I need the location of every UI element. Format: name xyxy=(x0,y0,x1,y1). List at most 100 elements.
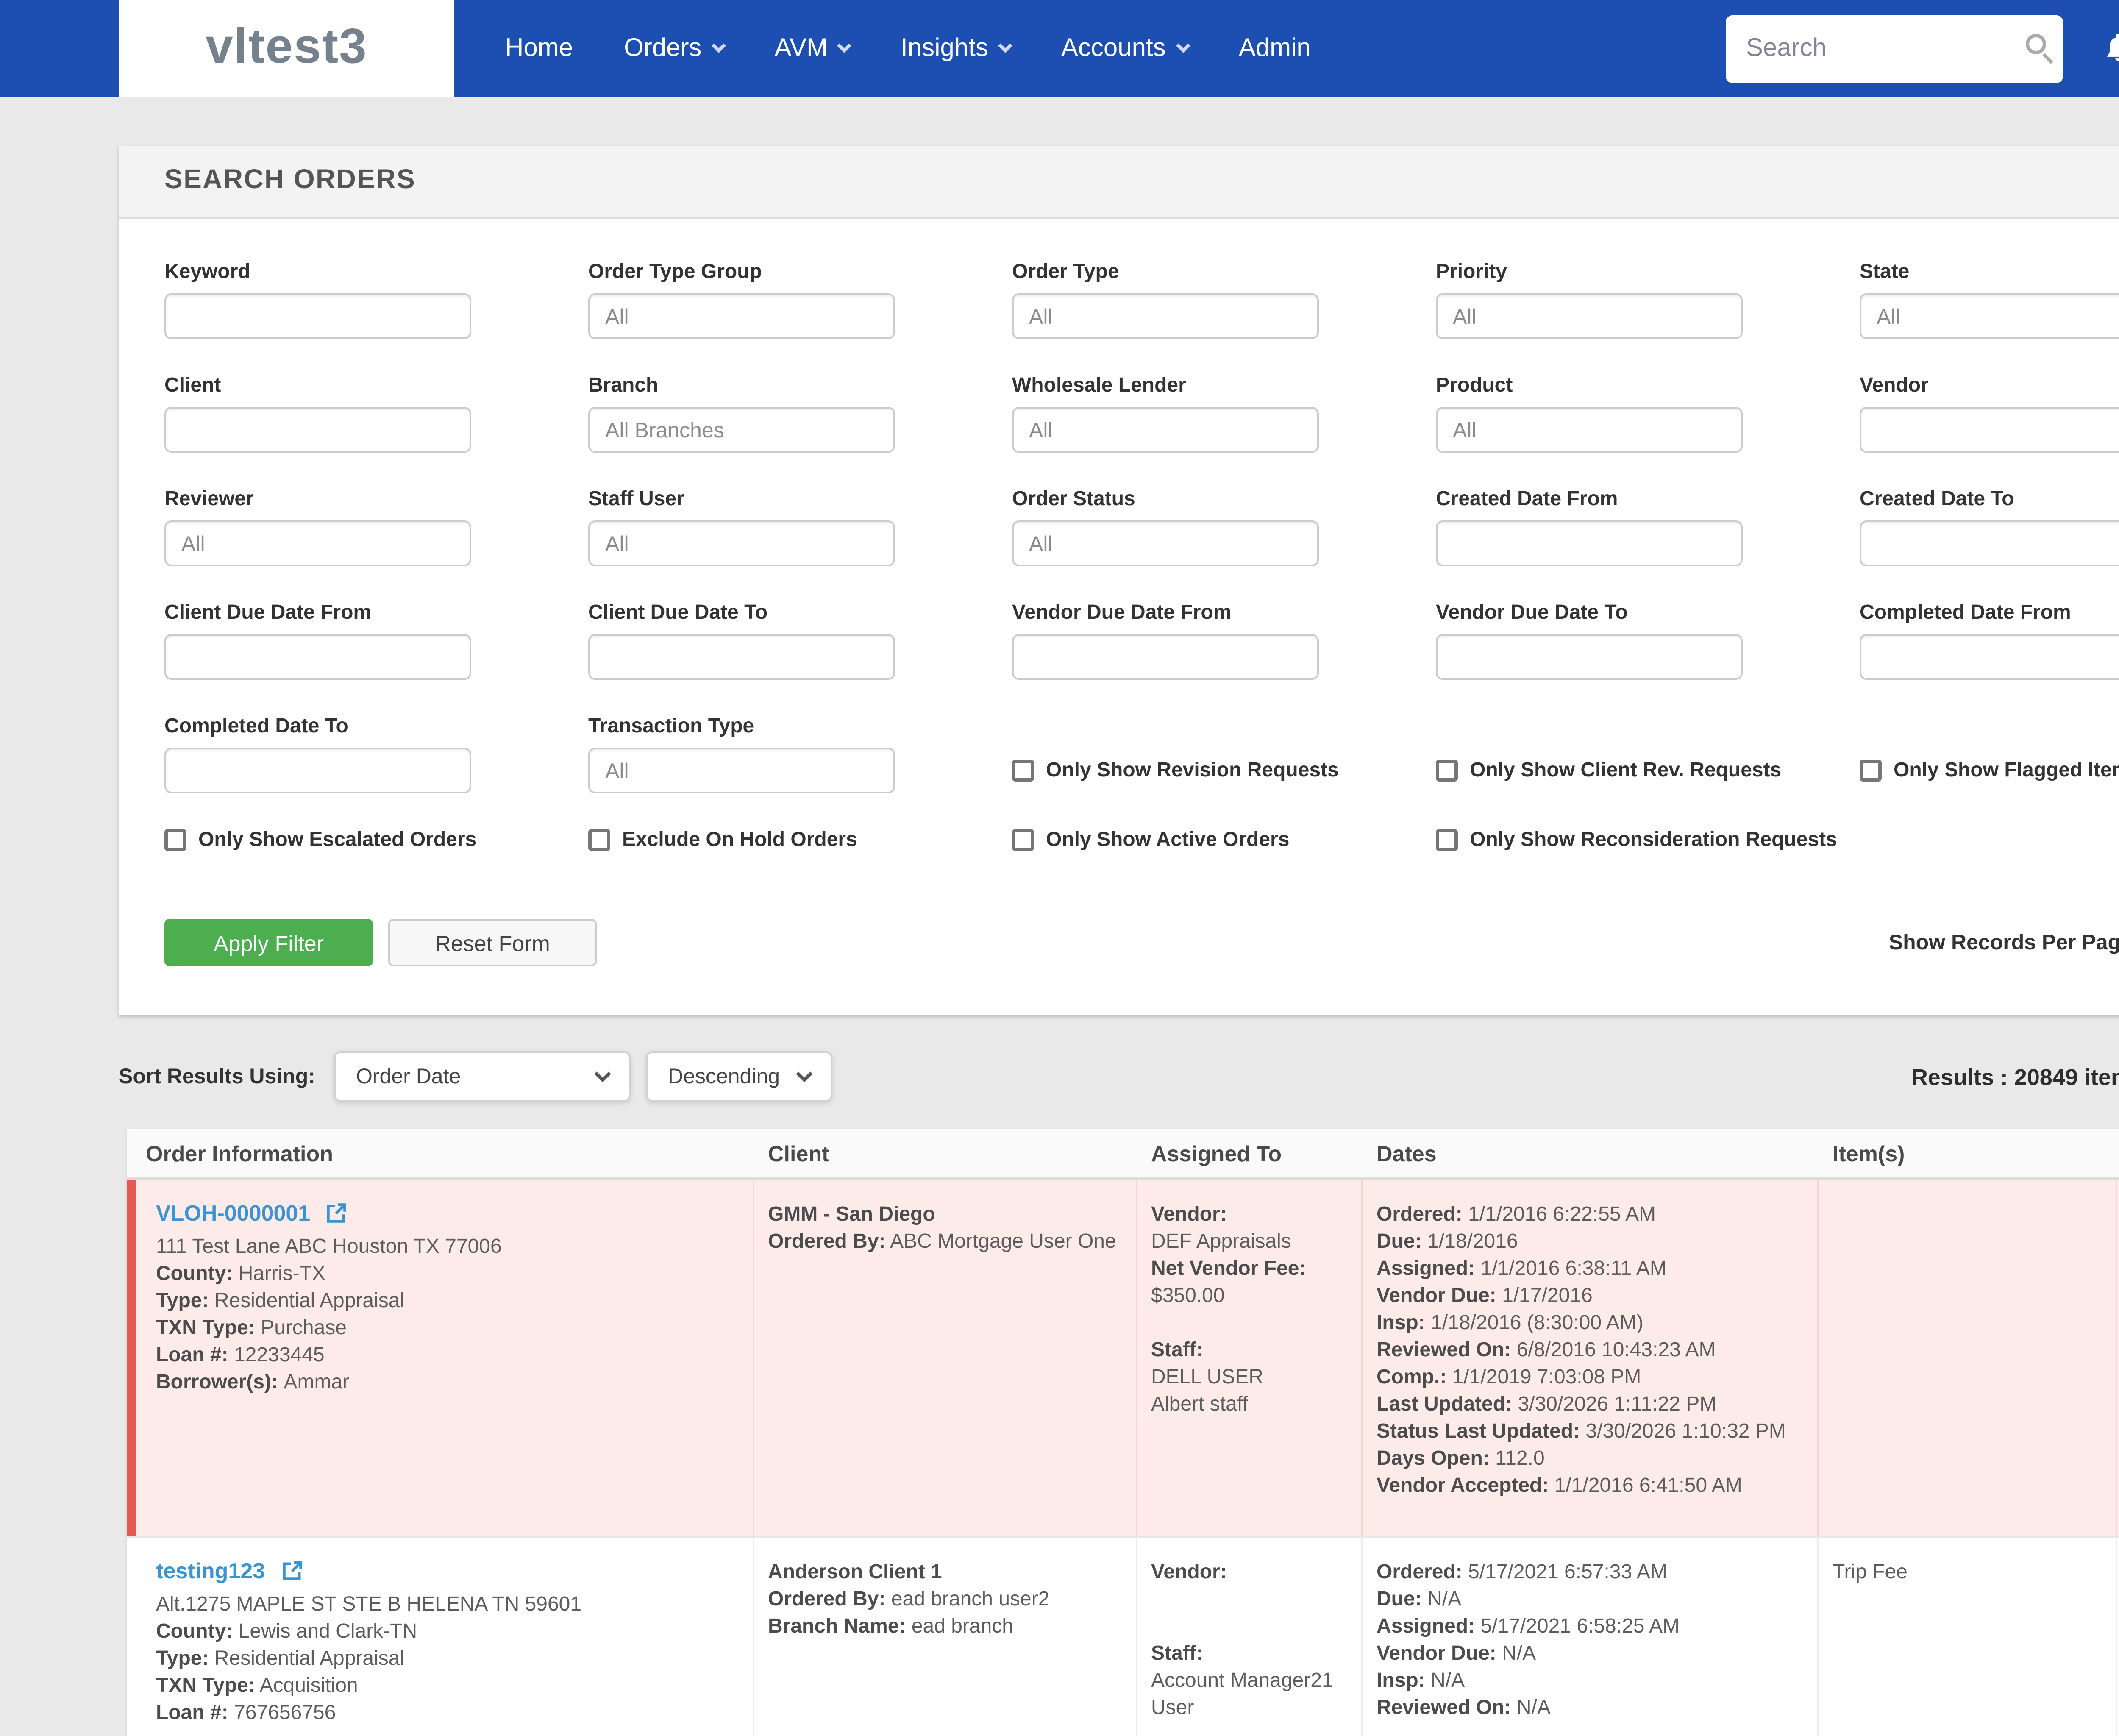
field-completed-date-from: Completed Date From xyxy=(1860,600,2119,680)
checkbox-only-show-reconsideration-requests[interactable]: Only Show Reconsideration Requests xyxy=(1436,827,1837,851)
top-navbar: vltest3 Home Orders AVM Insights Account… xyxy=(0,0,2119,97)
order-link[interactable]: VLOH-0000001 xyxy=(156,1200,310,1226)
checkbox-label: Exclude On Hold Orders xyxy=(622,827,857,851)
checkbox-exclude-on-hold-orders[interactable]: Exclude On Hold Orders xyxy=(588,827,895,851)
client-ordered-by: Ordered By: ead branch user2 xyxy=(768,1587,1050,1611)
date-line: Comp.: 1/1/2019 7:03:08 PM xyxy=(1377,1365,1641,1388)
created-date-from-input[interactable] xyxy=(1436,520,1743,566)
filter-checkbox-row: Only Show Escalated Orders Exclude On Ho… xyxy=(164,827,2119,863)
sort-field-dropdown[interactable]: Order Date xyxy=(334,1051,631,1102)
nav-item-accounts[interactable]: Accounts xyxy=(1061,34,1190,63)
sort-direction-dropdown[interactable]: Descending xyxy=(646,1051,832,1102)
field-label: Order Status xyxy=(1012,487,1135,510)
global-search xyxy=(1726,14,2063,82)
client-input[interactable] xyxy=(164,407,471,453)
vendor-due-date-to-input[interactable] xyxy=(1436,634,1743,680)
checkbox-label: Only Show Revision Requests xyxy=(1046,758,1339,782)
order-address: 111 Test Lane ABC Houston TX 77006 xyxy=(156,1234,502,1258)
notifications-menu[interactable] xyxy=(2104,32,2119,64)
brand-logo[interactable]: vltest3 xyxy=(119,0,454,97)
nav-item-admin[interactable]: Admin xyxy=(1239,34,1311,63)
checkbox-icon[interactable] xyxy=(1012,828,1034,850)
checkbox-only-show-active-orders[interactable]: Only Show Active Orders xyxy=(1012,827,1319,851)
checkbox-icon[interactable] xyxy=(588,828,610,850)
nav-item-avm[interactable]: AVM xyxy=(774,34,852,63)
page-title: SEARCH ORDERS xyxy=(164,166,416,195)
chevron-down-icon xyxy=(1175,39,1190,53)
priority-input[interactable] xyxy=(1436,293,1743,339)
reviewer-input[interactable] xyxy=(164,520,471,566)
staff-user-input[interactable] xyxy=(588,520,895,566)
order-status-input[interactable] xyxy=(1012,520,1319,566)
checkbox-icon[interactable] xyxy=(1436,828,1458,850)
order-type-input[interactable] xyxy=(1012,293,1319,339)
completed-date-to-input[interactable] xyxy=(164,748,471,793)
search-input[interactable] xyxy=(1726,14,2063,82)
external-link-icon[interactable] xyxy=(326,1202,348,1231)
checkbox-icon[interactable] xyxy=(1860,759,1882,781)
checkbox-icon[interactable] xyxy=(1012,759,1034,781)
checkbox-icon[interactable] xyxy=(164,828,186,850)
nav-label: Insights xyxy=(901,34,988,63)
checkbox-only-show-revision-requests[interactable]: Only Show Revision Requests xyxy=(1012,758,1339,782)
completed-date-from-input[interactable] xyxy=(1860,634,2119,680)
checkbox-only-show-flagged-items[interactable]: Only Show Flagged Items xyxy=(1860,758,2119,782)
vendor-due-date-from-input[interactable] xyxy=(1012,634,1319,680)
table-row: VLOH-0000001 111 Test Lane ABC Houston T… xyxy=(127,1180,2119,1538)
field-keyword: Keyword xyxy=(164,259,471,339)
checkbox-only-show-escalated-orders[interactable]: Only Show Escalated Orders xyxy=(164,827,476,851)
product-input[interactable] xyxy=(1436,407,1743,453)
order-type-group-input[interactable] xyxy=(588,293,895,339)
filter-row: Reviewer Staff User Order Status Created… xyxy=(164,487,2119,566)
field-product: Product xyxy=(1436,373,1743,453)
filter-actions: Apply Filter Reset Form Show Records Per… xyxy=(164,917,2119,968)
checkbox-cell: Exclude On Hold Orders xyxy=(588,827,895,863)
keyword-input[interactable] xyxy=(164,293,471,339)
sort-field-value: Order Date xyxy=(356,1065,461,1088)
fee-label: Net Vendor Fee: xyxy=(1151,1256,1306,1280)
order-county: County: Lewis and Clark-TN xyxy=(156,1619,417,1643)
nav-item-insights[interactable]: Insights xyxy=(901,34,1012,63)
order-address: Alt.1275 MAPLE ST STE B HELENA TN 59601 xyxy=(156,1592,582,1616)
wholesale-lender-input[interactable] xyxy=(1012,407,1319,453)
checkbox-only-show-client-rev-requests[interactable]: Only Show Client Rev. Requests xyxy=(1436,758,1781,782)
apply-filter-button[interactable]: Apply Filter xyxy=(164,919,373,966)
field-label: Created Date From xyxy=(1436,487,1618,510)
date-line: Ordered: 5/17/2021 6:57:33 AM xyxy=(1377,1560,1667,1583)
external-link-icon[interactable] xyxy=(281,1560,303,1589)
cell-status: Unassigned - Expired xyxy=(2117,1538,2119,1736)
date-line: Ordered: 1/1/2016 6:22:55 AM xyxy=(1377,1202,1656,1226)
date-line: Due: 1/18/2016 xyxy=(1377,1229,1518,1253)
nav-item-home[interactable]: Home xyxy=(505,34,573,63)
client-due-date-from-input[interactable] xyxy=(164,634,471,680)
staff-name: Albert staff xyxy=(1151,1392,1248,1416)
field-vendor-due-date-to: Vendor Due Date To xyxy=(1436,600,1743,680)
order-link[interactable]: testing123 xyxy=(156,1558,265,1583)
field-vendor: Vendor xyxy=(1860,373,2119,453)
client-due-date-to-input[interactable] xyxy=(588,634,895,680)
order-type: Type: Residential Appraisal xyxy=(156,1288,405,1312)
nav-label: Admin xyxy=(1238,34,1311,63)
panel-header: SEARCH ORDERS Hide Filter xyxy=(119,146,2119,219)
field-reviewer: Reviewer xyxy=(164,487,471,566)
created-date-to-input[interactable] xyxy=(1860,520,2119,566)
field-completed-date-to: Completed Date To xyxy=(164,714,471,793)
state-input[interactable] xyxy=(1860,293,2119,339)
cell-items xyxy=(1819,1180,2117,1536)
checkbox-label: Only Show Client Rev. Requests xyxy=(1470,758,1782,782)
transaction-type-input[interactable] xyxy=(588,748,895,793)
branch-input[interactable] xyxy=(588,407,895,453)
field-created-date-from: Created Date From xyxy=(1436,487,1743,566)
field-transaction-type: Transaction Type xyxy=(588,714,895,793)
vendor-input[interactable] xyxy=(1860,407,2119,453)
nav-item-orders[interactable]: Orders xyxy=(624,34,726,63)
nav-label: Home xyxy=(505,34,573,63)
reset-form-button[interactable]: Reset Form xyxy=(388,919,597,966)
field-staff-user: Staff User xyxy=(588,487,895,566)
client-name: GMM - San Diego xyxy=(768,1202,935,1226)
field-order-type-group: Order Type Group xyxy=(588,259,895,339)
checkbox-icon[interactable] xyxy=(1436,759,1458,781)
field-order-type: Order Type xyxy=(1012,259,1319,339)
